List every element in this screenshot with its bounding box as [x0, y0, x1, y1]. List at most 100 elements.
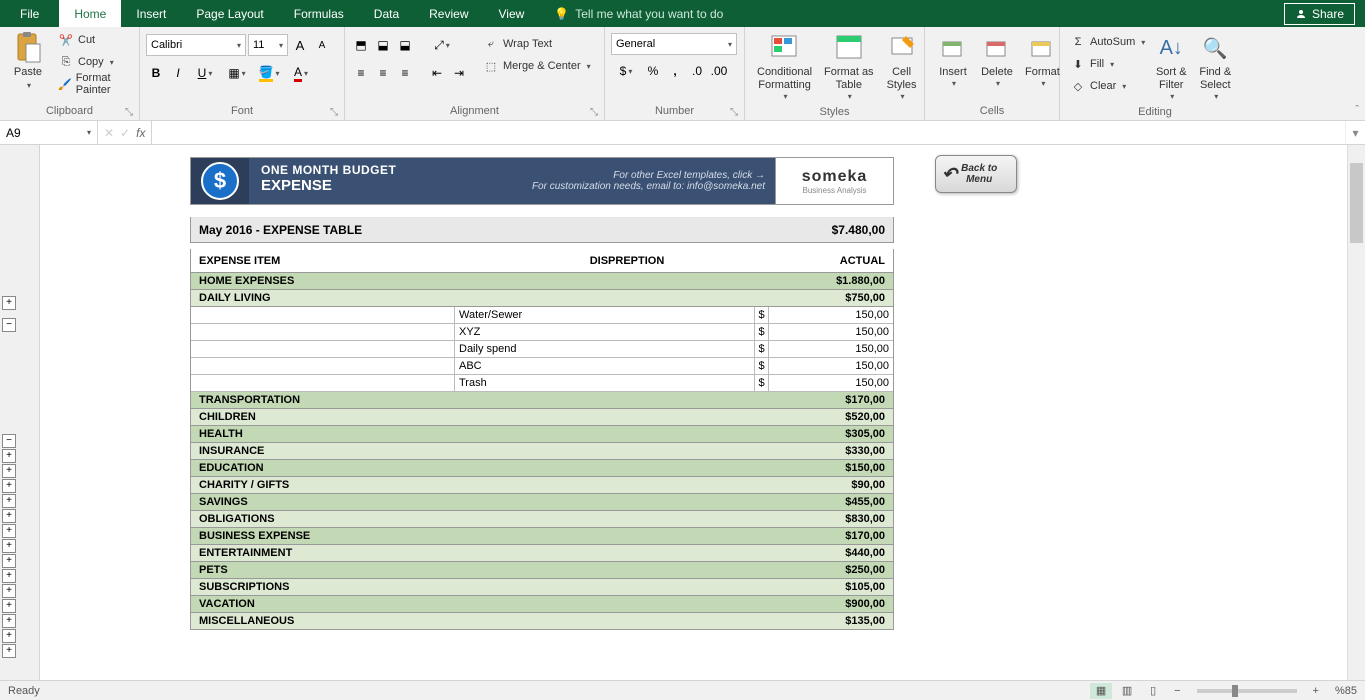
clipboard-launcher[interactable]: ⤡ — [125, 107, 133, 118]
italic-button[interactable]: I — [168, 62, 188, 84]
tab-review[interactable]: Review — [414, 0, 483, 27]
copy-button[interactable]: ⎘Copy▾ — [54, 51, 133, 73]
conditional-formatting-button[interactable]: Conditional Formatting▾ — [751, 29, 818, 104]
format-painter-button[interactable]: 🖌️Format Painter — [54, 73, 133, 95]
bold-button[interactable]: B — [146, 62, 166, 84]
category-row[interactable]: MISCELLANEOUS$135,00 — [190, 613, 894, 630]
cancel-formula-icon[interactable]: ✕ — [104, 126, 114, 140]
name-box[interactable]: A9▾ — [0, 121, 98, 144]
wrap-text-button[interactable]: ⤶Wrap Text — [479, 33, 595, 55]
autosum-button[interactable]: ΣAutoSum▾ — [1066, 31, 1149, 53]
increase-decimal-button[interactable]: .0 — [687, 60, 707, 82]
outline-expand[interactable]: + — [2, 464, 16, 478]
category-row[interactable]: PETS$250,00 — [190, 562, 894, 579]
align-left-button[interactable]: ≡ — [351, 62, 371, 84]
expand-formula-bar[interactable]: ▾ — [1345, 121, 1365, 144]
vertical-scrollbar[interactable] — [1347, 145, 1365, 680]
align-top-button[interactable]: ⬒ — [351, 34, 371, 56]
tab-data[interactable]: Data — [359, 0, 414, 27]
number-format-select[interactable]: General▾ — [611, 33, 737, 55]
paste-button[interactable]: Paste▾ — [6, 29, 50, 95]
item-row[interactable]: Trash$150,00 — [190, 375, 894, 392]
insert-cells-button[interactable]: Insert▾ — [931, 29, 975, 91]
outline-expand[interactable]: + — [2, 479, 16, 493]
comma-button[interactable]: , — [665, 60, 685, 82]
tab-file[interactable]: File — [0, 0, 59, 27]
tab-home[interactable]: Home — [59, 0, 121, 27]
tab-formulas[interactable]: Formulas — [279, 0, 359, 27]
increase-indent-button[interactable]: ⇥ — [449, 62, 469, 84]
tab-view[interactable]: View — [484, 0, 540, 27]
outline-expand[interactable]: + — [2, 509, 16, 523]
outline-expand[interactable]: + — [2, 584, 16, 598]
font-size-select[interactable]: 11▾ — [248, 34, 288, 56]
fx-icon[interactable]: fx — [136, 126, 145, 140]
font-launcher[interactable]: ⤡ — [330, 107, 338, 118]
align-middle-button[interactable]: ⬓ — [373, 34, 393, 56]
category-row[interactable]: EDUCATION$150,00 — [190, 460, 894, 477]
worksheet-canvas[interactable]: $ ONE MONTH BUDGET EXPENSE For other Exc… — [40, 145, 1365, 680]
enter-formula-icon[interactable]: ✓ — [120, 126, 130, 140]
align-right-button[interactable]: ≡ — [395, 62, 415, 84]
category-row[interactable]: VACATION$900,00 — [190, 596, 894, 613]
category-row[interactable]: CHARITY / GIFTS$90,00 — [190, 477, 894, 494]
item-row[interactable]: Water/Sewer$150,00 — [190, 307, 894, 324]
font-color-button[interactable]: A▾ — [286, 62, 316, 84]
category-row[interactable]: INSURANCE$330,00 — [190, 443, 894, 460]
category-row[interactable]: DAILY LIVING$750,00 — [190, 290, 894, 307]
decrease-font-button[interactable]: A — [312, 34, 332, 56]
alignment-launcher[interactable]: ⤡ — [590, 107, 598, 118]
category-row[interactable]: SAVINGS$455,00 — [190, 494, 894, 511]
decrease-indent-button[interactable]: ⇤ — [427, 62, 447, 84]
share-button[interactable]: Share — [1284, 3, 1355, 25]
percent-button[interactable]: % — [643, 60, 663, 82]
formula-input[interactable] — [152, 121, 1345, 144]
back-to-menu-button[interactable]: ↶ Back to Menu — [935, 155, 1017, 193]
item-row[interactable]: ABC$150,00 — [190, 358, 894, 375]
cell-styles-button[interactable]: Cell Styles▾ — [880, 29, 924, 104]
zoom-out-button[interactable]: − — [1168, 685, 1186, 697]
outline-expand[interactable]: + — [2, 524, 16, 538]
font-name-select[interactable]: Calibri▾ — [146, 34, 246, 56]
outline-collapse[interactable]: − — [2, 318, 16, 332]
view-normal-button[interactable]: ▦ — [1090, 683, 1112, 699]
fill-button[interactable]: ⬇Fill▾ — [1066, 53, 1149, 75]
find-select-button[interactable]: 🔍Find & Select▾ — [1193, 29, 1237, 104]
merge-center-button[interactable]: ⬚Merge & Center▾ — [479, 55, 595, 77]
outline-expand[interactable]: + — [2, 449, 16, 463]
outline-expand[interactable]: + — [2, 494, 16, 508]
outline-expand[interactable]: + — [2, 599, 16, 613]
cut-button[interactable]: ✂️Cut — [54, 29, 133, 51]
align-bottom-button[interactable]: ⬓ — [395, 34, 415, 56]
tell-me[interactable]: 💡 Tell me what you want to do — [539, 0, 738, 27]
category-row[interactable]: CHILDREN$520,00 — [190, 409, 894, 426]
borders-button[interactable]: ▦▾ — [222, 62, 252, 84]
delete-cells-button[interactable]: Delete▾ — [975, 29, 1019, 91]
item-row[interactable]: XYZ$150,00 — [190, 324, 894, 341]
format-cells-button[interactable]: Format▾ — [1019, 29, 1066, 91]
orientation-button[interactable]: ⤢▾ — [427, 34, 457, 56]
tab-insert[interactable]: Insert — [121, 0, 181, 27]
category-row[interactable]: BUSINESS EXPENSE$170,00 — [190, 528, 894, 545]
zoom-in-button[interactable]: + — [1307, 685, 1325, 697]
outline-expand[interactable]: + — [2, 539, 16, 553]
outline-expand[interactable]: + — [2, 554, 16, 568]
view-page-layout-button[interactable]: ▥ — [1116, 683, 1138, 699]
outline-expand[interactable]: + — [2, 296, 16, 310]
sort-filter-button[interactable]: A↓Sort & Filter▾ — [1149, 29, 1193, 104]
zoom-slider[interactable] — [1197, 689, 1297, 693]
decrease-decimal-button[interactable]: .00 — [709, 60, 729, 82]
outline-expand[interactable]: + — [2, 644, 16, 658]
outline-expand[interactable]: + — [2, 569, 16, 583]
collapse-ribbon-button[interactable]: ˆ — [1355, 104, 1359, 116]
view-page-break-button[interactable]: ▯ — [1142, 683, 1164, 699]
item-row[interactable]: Daily spend$150,00 — [190, 341, 894, 358]
underline-button[interactable]: U▾ — [190, 62, 220, 84]
accounting-format-button[interactable]: $▾ — [611, 60, 641, 82]
format-as-table-button[interactable]: Format as Table▾ — [818, 29, 880, 104]
outline-collapse[interactable]: − — [2, 434, 16, 448]
category-row[interactable]: HEALTH$305,00 — [190, 426, 894, 443]
tab-page-layout[interactable]: Page Layout — [181, 0, 278, 27]
fill-color-button[interactable]: 🪣▾ — [254, 62, 284, 84]
outline-expand[interactable]: + — [2, 629, 16, 643]
